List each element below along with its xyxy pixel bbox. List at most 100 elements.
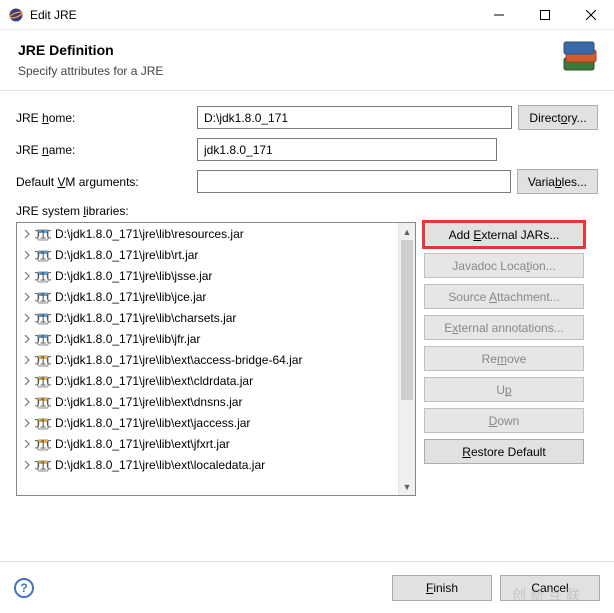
eclipse-icon <box>8 7 24 23</box>
svg-text:010: 010 <box>35 353 51 367</box>
external-annotations-button[interactable]: External annotations... <box>424 315 584 340</box>
scroll-thumb[interactable] <box>401 240 413 400</box>
finish-button[interactable]: Finish <box>392 575 492 601</box>
expand-icon[interactable] <box>21 375 33 387</box>
jar-icon: 010 <box>35 226 51 242</box>
expand-icon[interactable] <box>21 417 33 429</box>
svg-text:010: 010 <box>35 290 51 304</box>
jar-path: D:\jdk1.8.0_171\jre\lib\jce.jar <box>55 290 206 304</box>
tree-row[interactable]: 010 D:\jdk1.8.0_171\jre\lib\jfr.jar <box>17 328 415 349</box>
svg-text:010: 010 <box>35 416 51 430</box>
jar-icon: 010 <box>35 436 51 452</box>
expand-icon[interactable] <box>21 396 33 408</box>
tree-row[interactable]: 010 D:\jdk1.8.0_171\jre\lib\charsets.jar <box>17 307 415 328</box>
jar-path: D:\jdk1.8.0_171\jre\lib\ext\cldrdata.jar <box>55 374 253 388</box>
jar-icon: 010 <box>35 415 51 431</box>
header-subtitle: Specify attributes for a JRE <box>18 64 596 78</box>
remove-button[interactable]: Remove <box>424 346 584 371</box>
svg-text:010: 010 <box>35 311 51 325</box>
source-attachment-button[interactable]: Source Attachment... <box>424 284 584 309</box>
jre-name-row: JRE name: <box>16 138 598 161</box>
jar-icon: 010 <box>35 247 51 263</box>
expand-icon[interactable] <box>21 333 33 345</box>
expand-icon[interactable] <box>21 228 33 240</box>
svg-text:010: 010 <box>35 332 51 346</box>
directory-button[interactable]: Directory... <box>518 105 598 130</box>
svg-text:010: 010 <box>35 269 51 283</box>
expand-icon[interactable] <box>21 270 33 282</box>
jar-path: D:\jdk1.8.0_171\jre\lib\ext\localedata.j… <box>55 458 265 472</box>
scroll-up-arrow[interactable]: ▲ <box>399 223 415 240</box>
side-buttons: Add External JARs... Javadoc Location...… <box>424 222 592 496</box>
jar-icon: 010 <box>35 310 51 326</box>
window-title: Edit JRE <box>30 8 476 22</box>
bottom-bar: ? Finish Cancel 创新互联 <box>0 561 614 613</box>
jar-path: D:\jdk1.8.0_171\jre\lib\charsets.jar <box>55 311 236 325</box>
minimize-button[interactable] <box>476 0 522 30</box>
jar-path: D:\jdk1.8.0_171\jre\lib\rt.jar <box>55 248 198 262</box>
close-button[interactable] <box>568 0 614 30</box>
tree-row[interactable]: 010 D:\jdk1.8.0_171\jre\lib\jce.jar <box>17 286 415 307</box>
tree-row[interactable]: 010 D:\jdk1.8.0_171\jre\lib\ext\dnsns.jar <box>17 391 415 412</box>
scroll-down-arrow[interactable]: ▼ <box>399 478 415 495</box>
jar-path: D:\jdk1.8.0_171\jre\lib\jsse.jar <box>55 269 212 283</box>
tree-scrollbar[interactable]: ▲ ▼ <box>398 223 415 495</box>
jar-icon: 010 <box>35 352 51 368</box>
tree-row[interactable]: 010D:\jdk1.8.0_171\jre\lib\ext\access-br… <box>17 349 415 370</box>
expand-icon[interactable] <box>21 291 33 303</box>
svg-text:010: 010 <box>35 437 51 451</box>
jar-icon: 010 <box>35 289 51 305</box>
tree-row[interactable]: 010 D:\jdk1.8.0_171\jre\lib\ext\jfxrt.jar <box>17 433 415 454</box>
jar-icon: 010 <box>35 373 51 389</box>
jar-icon: 010 <box>35 331 51 347</box>
jre-name-input[interactable] <box>197 138 497 161</box>
tree-row[interactable]: 010 D:\jdk1.8.0_171\jre\lib\resources.jar <box>17 223 415 244</box>
svg-text:010: 010 <box>35 458 51 472</box>
expand-icon[interactable] <box>21 459 33 471</box>
tree-row[interactable]: 010 D:\jdk1.8.0_171\jre\lib\ext\localedat… <box>17 454 415 475</box>
expand-icon[interactable] <box>21 312 33 324</box>
jar-path: D:\jdk1.8.0_171\jre\lib\ext\dnsns.jar <box>55 395 242 409</box>
svg-text:010: 010 <box>35 395 51 409</box>
libraries-tree[interactable]: 010 D:\jdk1.8.0_171\jre\lib\resources.jar… <box>16 222 416 496</box>
jar-icon: 010 <box>35 268 51 284</box>
down-button[interactable]: Down <box>424 408 584 433</box>
jre-home-input[interactable] <box>197 106 512 129</box>
expand-icon[interactable] <box>21 249 33 261</box>
jar-icon: 010 <box>35 394 51 410</box>
svg-text:010: 010 <box>35 374 51 388</box>
expand-icon[interactable] <box>21 438 33 450</box>
tree-row[interactable]: 010 D:\jdk1.8.0_171\jre\lib\rt.jar <box>17 244 415 265</box>
jar-path: D:\jdk1.8.0_171\jre\lib\ext\jaccess.jar <box>55 416 250 430</box>
default-vm-row: Default VM arguments: Variables... <box>16 169 598 194</box>
default-vm-label: Default VM arguments: <box>16 175 191 189</box>
jar-path: D:\jdk1.8.0_171\jre\lib\ext\jfxrt.jar <box>55 437 230 451</box>
library-books-icon <box>560 38 600 78</box>
libs-area: 010 D:\jdk1.8.0_171\jre\lib\resources.jar… <box>16 222 598 496</box>
jre-home-row: JRE home: Directory... <box>16 105 598 130</box>
titlebar: Edit JRE <box>0 0 614 30</box>
main-content: JRE home: Directory... JRE name: Default… <box>0 91 614 504</box>
jar-path: D:\jdk1.8.0_171\jre\lib\jfr.jar <box>55 332 200 346</box>
jre-home-label: JRE home: <box>16 111 191 125</box>
tree-row[interactable]: 010 D:\jdk1.8.0_171\jre\lib\ext\jaccess.j… <box>17 412 415 433</box>
maximize-button[interactable] <box>522 0 568 30</box>
jre-name-label: JRE name: <box>16 143 191 157</box>
tree-row[interactable]: 010 D:\jdk1.8.0_171\jre\lib\ext\cldrdata.… <box>17 370 415 391</box>
dialog-header: JRE Definition Specify attributes for a … <box>0 30 614 91</box>
default-vm-input[interactable] <box>197 170 511 193</box>
header-title: JRE Definition <box>18 42 596 58</box>
svg-text:010: 010 <box>35 248 51 262</box>
help-icon[interactable]: ? <box>14 578 34 598</box>
jar-path: D:\jdk1.8.0_171\jre\lib\resources.jar <box>55 227 244 241</box>
expand-icon[interactable] <box>21 354 33 366</box>
tree-row[interactable]: 010 D:\jdk1.8.0_171\jre\lib\jsse.jar <box>17 265 415 286</box>
variables-button[interactable]: Variables... <box>517 169 598 194</box>
up-button[interactable]: Up <box>424 377 584 402</box>
restore-default-button[interactable]: Restore Default <box>424 439 584 464</box>
cancel-button[interactable]: Cancel <box>500 575 600 601</box>
javadoc-location-button[interactable]: Javadoc Location... <box>424 253 584 278</box>
add-external-jars-button[interactable]: Add External JARs... <box>424 222 584 247</box>
jar-icon: 010 <box>35 457 51 473</box>
jre-system-libraries-label: JRE system libraries: <box>16 204 598 218</box>
